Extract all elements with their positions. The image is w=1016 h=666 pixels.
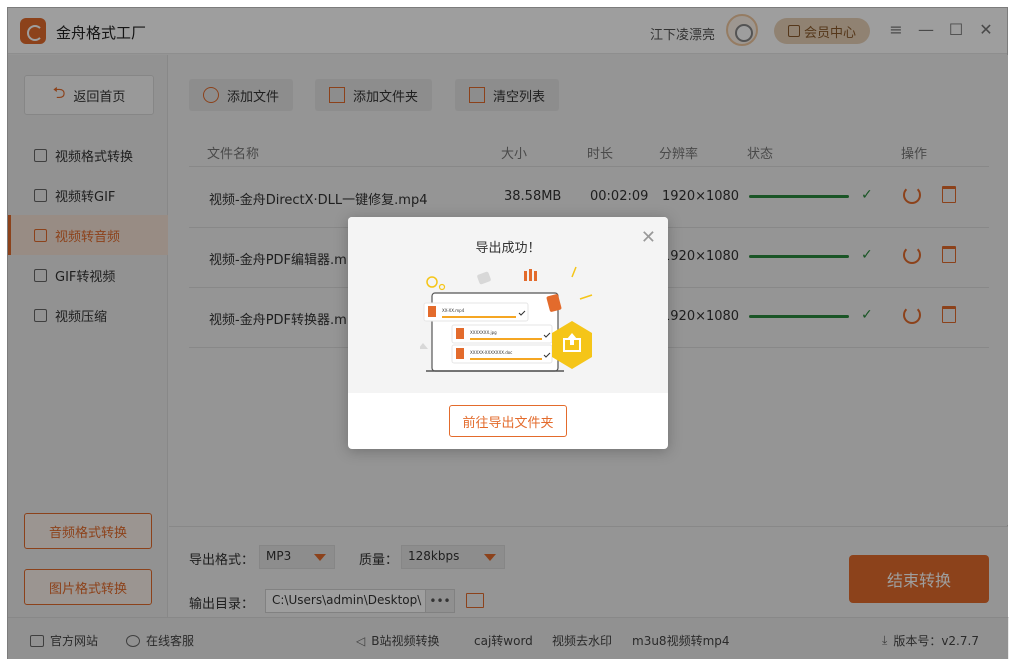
illustration-file-2: XXXXXXX.jpg <box>470 330 497 335</box>
dialog-title: 导出成功！ <box>475 241 541 256</box>
illustration-file-1: XX-XX.mp4 <box>442 308 465 313</box>
export-success-dialog: 导出成功！ ✕ XX-XX.mp4 XXXXXXX.jpg XXXXX-XXXX… <box>348 217 668 449</box>
export-illustration: XX-XX.mp4 XXXXXXX.jpg XXXXX-XXXXXXX.doc <box>420 266 593 372</box>
illustration-file-3: XXXXX-XXXXXXX.doc <box>470 350 512 355</box>
open-export-folder-button[interactable]: 前往导出文件夹 <box>449 405 567 437</box>
dialog-content: 导出成功！ ✕ XX-XX.mp4 XXXXXXX.jpg XXXXX-XXXX… <box>348 217 668 393</box>
close-icon[interactable]: ✕ <box>641 227 656 248</box>
